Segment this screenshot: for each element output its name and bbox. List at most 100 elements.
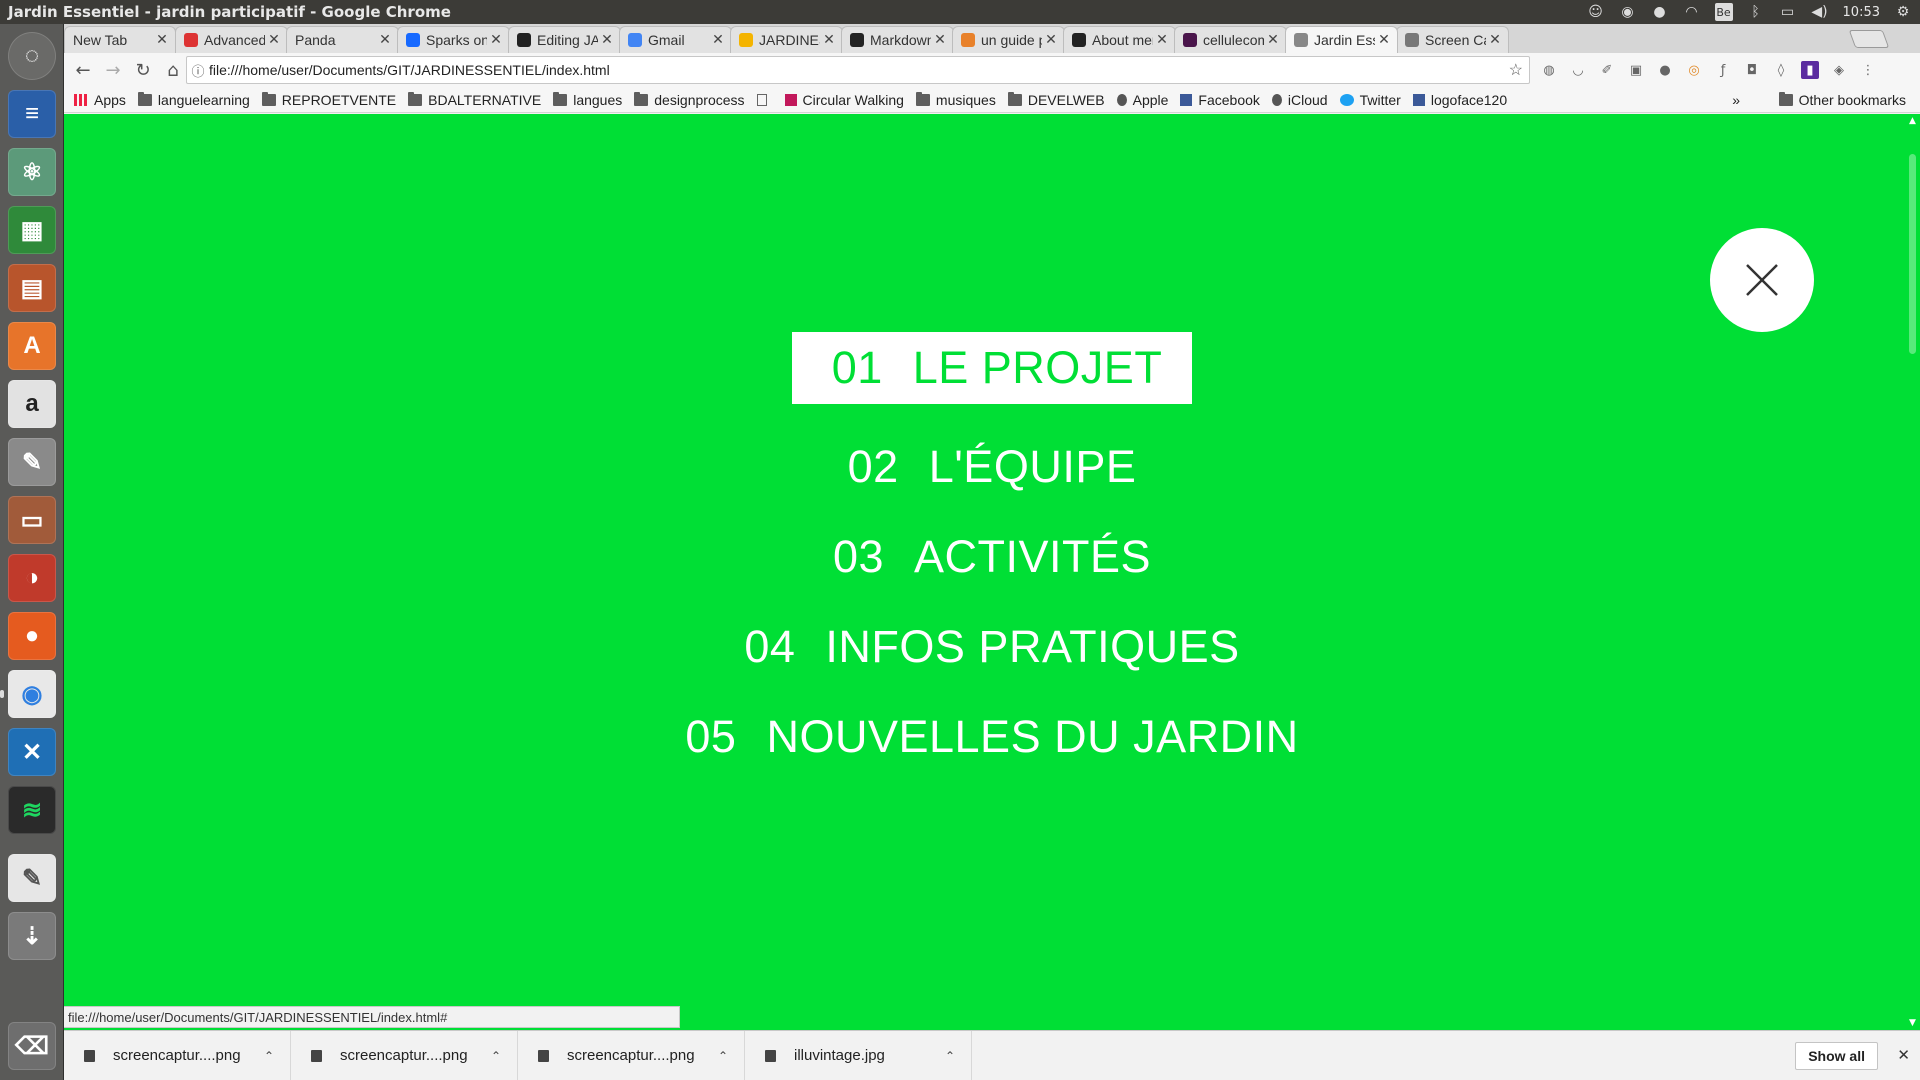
software-center-icon[interactable]: A xyxy=(8,322,56,370)
tab[interactable]: JARDINES✕ xyxy=(730,26,843,53)
address-bar[interactable]: ⓘ file:///home/user/Documents/GIT/JARDIN… xyxy=(186,56,1530,84)
tab[interactable]: Advanced ✕ xyxy=(175,26,288,53)
volume-icon[interactable]: ◀) xyxy=(1811,3,1829,21)
show-all-button[interactable]: Show all xyxy=(1795,1042,1878,1070)
back-button[interactable]: ← xyxy=(68,55,98,85)
other-bookmarks[interactable]: Other bookmarks xyxy=(1778,91,1906,108)
tab-close-icon[interactable]: ✕ xyxy=(1264,32,1282,48)
atom-icon[interactable]: ⚛ xyxy=(8,148,56,196)
bookmark-item[interactable]: musiques xyxy=(915,91,996,108)
pocket-icon[interactable]: ◡ xyxy=(1569,61,1587,79)
bookmarks-overflow-button[interactable]: » xyxy=(1732,92,1740,108)
font-icon[interactable]: ƒ xyxy=(1714,61,1732,79)
bookmark-item[interactable] xyxy=(756,93,773,106)
chrome-tray-icon[interactable]: ◉ xyxy=(1619,3,1637,21)
scroll-thumb[interactable] xyxy=(1909,154,1916,354)
download-item[interactable]: screencaptur....png ⌃ xyxy=(64,1030,291,1080)
home-button[interactable]: ⌂ xyxy=(158,55,188,85)
tab[interactable]: Screen Cap✕ xyxy=(1396,26,1509,53)
chevron-up-icon[interactable]: ⌃ xyxy=(945,1049,955,1063)
menu-item-04[interactable]: 04 INFOS PRATIQUES xyxy=(64,613,1920,681)
tab-close-icon[interactable]: ✕ xyxy=(709,32,727,48)
tab-close-icon[interactable]: ✕ xyxy=(265,32,283,48)
amazon-icon[interactable]: a xyxy=(8,380,56,428)
files-icon[interactable]: ▭ xyxy=(8,496,56,544)
screenshot-icon[interactable]: ◘ xyxy=(1743,61,1761,79)
menu-item-05[interactable]: 05 NOUVELLES DU JARDIN xyxy=(64,703,1920,771)
tab[interactable]: Sparks on ✕ xyxy=(397,26,510,53)
tab-close-icon[interactable]: ✕ xyxy=(1042,32,1060,48)
tab-close-icon[interactable]: ✕ xyxy=(598,32,616,48)
text-editor-icon[interactable]: ✎ xyxy=(8,854,56,902)
bookmark-item[interactable]: BDALTERNATIVE xyxy=(408,91,541,108)
download-item[interactable]: screencaptur....png ⌃ xyxy=(291,1030,518,1080)
tab[interactable]: Panda ✕ xyxy=(286,26,399,53)
tab-close-icon[interactable]: ✕ xyxy=(1375,32,1393,48)
tab[interactable]: un guide p ✕ xyxy=(952,26,1065,53)
purple-extension-icon[interactable]: ▮ xyxy=(1801,61,1819,79)
chevron-up-icon[interactable]: ⌃ xyxy=(718,1049,728,1063)
bookmark-item[interactable]: iCloud xyxy=(1271,92,1328,108)
tab-close-icon[interactable]: ✕ xyxy=(487,32,505,48)
eyedropper-icon[interactable]: ✐ xyxy=(1598,61,1616,79)
menu-item-01[interactable]: 01 LE PROJET xyxy=(64,332,1920,404)
bookmark-item[interactable]: Apps xyxy=(74,92,126,108)
menu-icon[interactable]: ⋮ xyxy=(1859,61,1877,79)
system-settings-icon[interactable]: ✎ xyxy=(8,438,56,486)
behance-tray-icon[interactable]: Be xyxy=(1714,3,1733,21)
info-icon[interactable]: ⓘ xyxy=(187,61,209,80)
tab[interactable]: Jardin Ess ✕ xyxy=(1285,26,1398,53)
shield-icon[interactable]: ◊ xyxy=(1772,61,1790,79)
forward-button[interactable]: → xyxy=(98,55,128,85)
bookmark-item[interactable]: Apple xyxy=(1116,92,1168,108)
chrome-icon[interactable]: ◉ xyxy=(8,670,56,718)
scroll-down-arrow-icon[interactable]: ▼ xyxy=(1907,1018,1918,1028)
ghostery-icon[interactable]: ◈ xyxy=(1830,61,1848,79)
chevron-up-icon[interactable]: ⌃ xyxy=(264,1049,274,1063)
libreoffice-impress-icon[interactable]: ▤ xyxy=(8,264,56,312)
menu-item-03[interactable]: 03 ACTIVITÉS xyxy=(64,523,1920,591)
tab[interactable]: Markdown ✕ xyxy=(841,26,954,53)
bookmark-item[interactable]: langues xyxy=(553,91,622,108)
tab-close-icon[interactable]: ✕ xyxy=(1486,32,1504,48)
tab[interactable]: New Tab ✕ xyxy=(64,26,176,53)
reload-button[interactable]: ↻ xyxy=(128,55,158,85)
new-tab-button[interactable] xyxy=(1848,30,1890,48)
calendar-icon[interactable]: ▣ xyxy=(1627,61,1645,79)
tab[interactable]: About mer ✕ xyxy=(1063,26,1176,53)
bookmark-item[interactable]: Facebook xyxy=(1180,92,1260,108)
download-item[interactable]: illuvintage.jpg ⌃ xyxy=(745,1030,972,1080)
bookmark-item[interactable]: designprocess xyxy=(634,91,745,108)
tab-close-icon[interactable]: ✕ xyxy=(376,32,394,48)
wifi-icon[interactable]: ◠ xyxy=(1683,3,1701,21)
speech-icon[interactable]: ● xyxy=(1656,61,1674,79)
gear-icon[interactable]: ⚙ xyxy=(1894,3,1912,21)
battery-icon[interactable]: ▭ xyxy=(1779,3,1797,21)
tab[interactable]: Editing JA ✕ xyxy=(508,26,621,53)
bookmark-item[interactable]: DEVELWEB xyxy=(1007,91,1105,108)
bookmark-item[interactable]: REPROETVENTE xyxy=(261,91,396,108)
document-viewer-icon[interactable]: ◑ xyxy=(8,554,56,602)
bookmark-item[interactable]: Circular Walking xyxy=(784,92,904,108)
tab[interactable]: Gmail ✕ xyxy=(619,26,732,53)
spotify-icon[interactable]: ≋ xyxy=(8,786,56,834)
ubuntu-dash-icon[interactable]: ◌ xyxy=(8,32,56,80)
bookmark-item[interactable]: logoface120 xyxy=(1412,92,1507,108)
tab-close-icon[interactable]: ✕ xyxy=(153,32,171,48)
usb-drive-icon[interactable]: ⇣ xyxy=(8,912,56,960)
chevron-up-icon[interactable]: ⌃ xyxy=(491,1049,501,1063)
menu-item-02[interactable]: 02 L'ÉQUIPE xyxy=(64,433,1920,501)
tab-close-icon[interactable]: ✕ xyxy=(931,32,949,48)
bookmark-item[interactable]: languelearning xyxy=(137,91,250,108)
bookmark-star-icon[interactable]: ☆ xyxy=(1509,60,1523,80)
close-shelf-icon[interactable]: ✕ xyxy=(1897,1046,1910,1064)
vscode-icon[interactable]: ✕ xyxy=(8,728,56,776)
libreoffice-writer-icon[interactable]: ≡ xyxy=(8,90,56,138)
circle-icon[interactable]: ● xyxy=(1651,3,1669,21)
close-menu-button[interactable] xyxy=(1710,228,1814,332)
bookmark-item[interactable]: Twitter xyxy=(1339,92,1401,108)
trash-icon[interactable]: ⌫ xyxy=(8,1022,56,1070)
vertical-scrollbar[interactable]: ▲ ▼ xyxy=(1905,114,1920,1030)
extension-globe-icon[interactable]: ◍ xyxy=(1540,61,1558,79)
clock[interactable]: 10:53 xyxy=(1843,5,1880,20)
